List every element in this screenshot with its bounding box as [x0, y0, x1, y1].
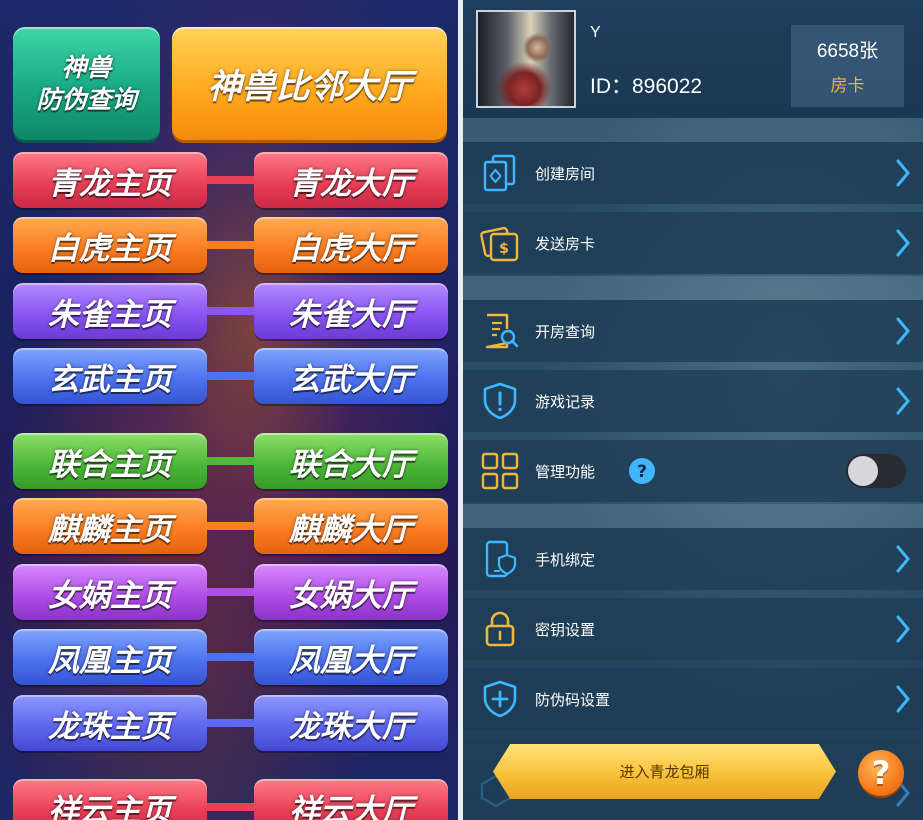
hall-pair-qinglong: 青龙主页 青龙大厅 — [13, 152, 448, 208]
menu-create-room[interactable]: 创建房间 — [463, 142, 923, 204]
hall-button[interactable]: 玄武大厅 — [254, 348, 448, 404]
chevron-right-icon — [896, 229, 910, 257]
menu-label: 创建房间 — [535, 165, 596, 183]
home-button[interactable]: 白虎主页 — [13, 217, 207, 273]
menu-label: 防伪码设置 — [535, 691, 611, 709]
room-card-label: 房卡 — [830, 76, 865, 96]
profile-header: Y ID：896022 6658张 房卡 — [463, 0, 923, 118]
menu-label: 开房查询 — [535, 323, 596, 341]
shield-plus-icon — [483, 680, 517, 718]
menu-room-query[interactable]: 开房查询 — [463, 300, 923, 362]
hall-pair-baihu: 白虎主页 白虎大厅 — [13, 217, 448, 273]
menu-label: 手机绑定 — [535, 551, 596, 569]
menu-key-settings[interactable]: 密钥设置 — [463, 598, 923, 660]
anti-counterfeit-query-button[interactable]: 神兽 防伪查询 — [13, 27, 160, 140]
hall-pair-xiangyun: 祥云主页 祥云大厅 — [13, 779, 448, 820]
hall-pair-lianhe: 联合主页 联合大厅 — [13, 433, 448, 489]
hall-button[interactable]: 联合大厅 — [254, 433, 448, 489]
hall-button[interactable]: 祥云大厅 — [254, 779, 448, 820]
hall-pair-zhuque: 朱雀主页 朱雀大厅 — [13, 283, 448, 339]
home-button[interactable]: 女娲主页 — [13, 564, 207, 620]
home-button[interactable]: 青龙主页 — [13, 152, 207, 208]
hall-button[interactable]: 凤凰大厅 — [254, 629, 448, 685]
document-search-icon — [485, 313, 519, 349]
hall-button[interactable]: 女娲大厅 — [254, 564, 448, 620]
money-cards-icon: $ — [480, 226, 519, 262]
menu-anti-code-settings[interactable]: 防伪码设置 — [463, 668, 923, 730]
room-card-balance: 6658张 房卡 — [791, 25, 904, 107]
hall-links-panel: 神兽 防伪查询 神兽比邻大厅 青龙主页 青龙大厅 白虎主页 白虎大厅 朱雀主页 … — [0, 0, 458, 820]
hall-pair-xuanwu: 玄武主页 玄武大厅 — [13, 348, 448, 404]
management-toggle[interactable] — [846, 454, 906, 488]
menu-label: 管理功能 — [535, 463, 596, 481]
user-center-panel: Y ID：896022 6658张 房卡 创建房间 $ 发送房卡 开房查询 游戏… — [463, 0, 923, 820]
username: Y — [590, 24, 601, 41]
main-hall-button[interactable]: 神兽比邻大厅 — [172, 27, 447, 140]
phone-shield-icon — [485, 540, 517, 578]
hall-button[interactable]: 青龙大厅 — [254, 152, 448, 208]
cards-icon — [483, 154, 516, 192]
menu-label: 密钥设置 — [535, 621, 596, 639]
menu-label: 游戏记录 — [535, 393, 596, 411]
chevron-right-icon — [896, 545, 910, 573]
hall-button[interactable]: 朱雀大厅 — [254, 283, 448, 339]
hall-button[interactable]: 白虎大厅 — [254, 217, 448, 273]
menu-management: 管理功能 ? — [463, 440, 923, 502]
section-divider — [463, 276, 923, 300]
home-button[interactable]: 凤凰主页 — [13, 629, 207, 685]
section-divider — [463, 118, 923, 142]
chevron-right-icon — [896, 317, 910, 345]
hall-pair-nuwa: 女娲主页 女娲大厅 — [13, 564, 448, 620]
menu-game-records[interactable]: 游戏记录 — [463, 370, 923, 432]
chevron-right-icon — [896, 615, 910, 643]
hall-button[interactable]: 龙珠大厅 — [254, 695, 448, 751]
menu-send-cards[interactable]: $ 发送房卡 — [463, 212, 923, 274]
hall-pair-fenghuang: 凤凰主页 凤凰大厅 — [13, 629, 448, 685]
home-button[interactable]: 朱雀主页 — [13, 283, 207, 339]
svg-text:?: ? — [637, 462, 647, 482]
svg-text:$: $ — [499, 241, 509, 257]
home-button[interactable]: 联合主页 — [13, 433, 207, 489]
home-button[interactable]: 麒麟主页 — [13, 498, 207, 554]
home-button[interactable]: 玄武主页 — [13, 348, 207, 404]
help-icon[interactable]: ? — [628, 457, 656, 485]
lock-icon — [485, 611, 515, 647]
menu-phone-binding[interactable]: 手机绑定 — [463, 528, 923, 590]
chevron-right-icon — [896, 159, 910, 187]
hall-button[interactable]: 麒麟大厅 — [254, 498, 448, 554]
home-button[interactable]: 祥云主页 — [13, 779, 207, 820]
toggle-knob — [848, 456, 878, 486]
grid-icon — [481, 452, 519, 490]
section-divider — [463, 504, 923, 528]
hall-pair-longzhu: 龙珠主页 龙珠大厅 — [13, 695, 448, 751]
chevron-right-icon — [896, 387, 910, 415]
user-id: ID：896022 — [590, 75, 703, 98]
room-card-count: 6658张 — [816, 41, 879, 62]
chevron-right-icon — [896, 685, 910, 713]
hall-pair-qilin: 麒麟主页 麒麟大厅 — [13, 498, 448, 554]
shield-alert-icon — [483, 382, 517, 420]
menu-label: 发送房卡 — [535, 235, 596, 253]
home-button[interactable]: 龙珠主页 — [13, 695, 207, 751]
enter-private-room-button[interactable]: 进入青龙包厢 — [493, 744, 836, 799]
help-button[interactable]: ? — [858, 750, 904, 796]
avatar[interactable] — [476, 10, 576, 108]
